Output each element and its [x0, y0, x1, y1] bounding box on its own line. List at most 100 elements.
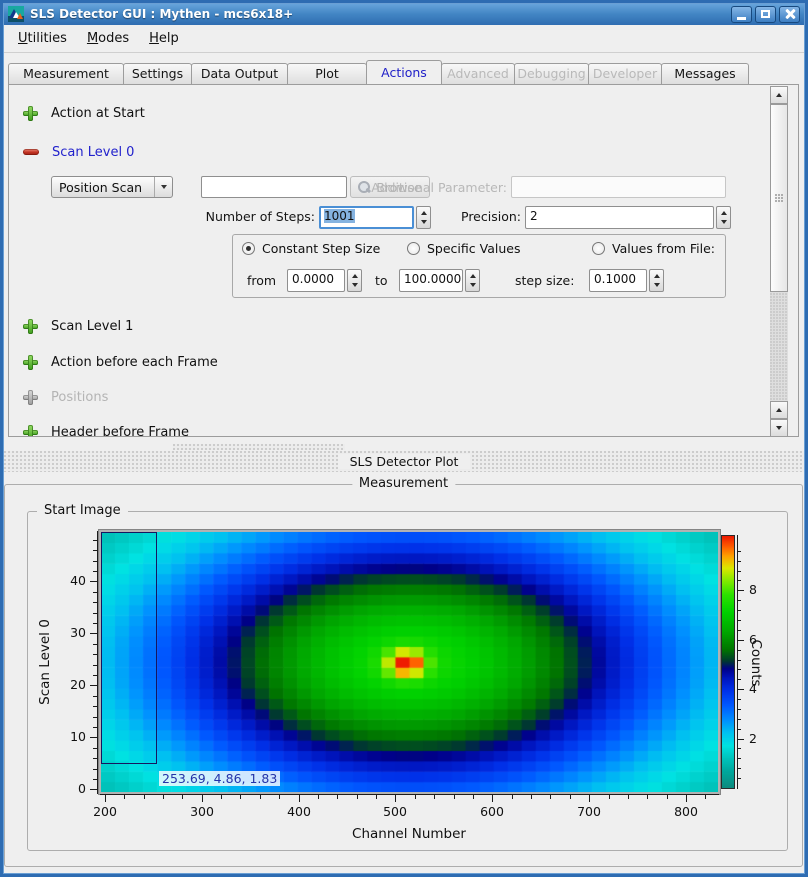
tab-settings[interactable]: Settings	[123, 63, 192, 84]
x-minor-tick	[667, 795, 668, 799]
y-major-tick	[90, 581, 97, 582]
radio-icon	[592, 242, 605, 255]
x-major-tick	[395, 795, 396, 802]
precision-spinbox[interactable]: 2	[525, 206, 731, 229]
action-item-positions: Positions	[23, 388, 108, 406]
y-minor-tick	[93, 665, 97, 666]
x-tick-label: 300	[178, 804, 226, 819]
action-item-label: Scan Level 0	[52, 145, 134, 160]
x-minor-tick	[473, 795, 474, 799]
step-size-label: step size:	[515, 273, 574, 288]
colorbar-minor-tick	[738, 630, 741, 631]
vertical-scrollbar[interactable]	[770, 86, 788, 437]
spin-up-icon[interactable]	[470, 274, 476, 278]
step-size-value[interactable]: 0.1000	[589, 269, 647, 292]
splitter-handle[interactable]	[173, 444, 345, 450]
spin-down-icon[interactable]	[470, 283, 476, 287]
titlebar[interactable]: SLS Detector GUI : Mythen - mcs6x18+	[3, 3, 805, 25]
action-item-header-before-frame[interactable]: Header before Frame	[23, 423, 189, 437]
y-axis-line	[97, 531, 98, 794]
action-item-action-before-each-frame[interactable]: Action before each Frame	[23, 353, 218, 371]
scroll-up-button-2[interactable]	[770, 401, 788, 419]
spin-up-icon[interactable]	[654, 274, 660, 278]
y-tick-label: 20	[50, 677, 86, 692]
dock-title: SLS Detector Plot	[338, 454, 471, 469]
x-minor-tick	[144, 795, 145, 799]
plus-icon	[23, 355, 38, 370]
action-item-action-at-start[interactable]: Action at Start	[23, 104, 145, 122]
number-of-steps-label: Number of Steps:	[119, 209, 315, 224]
x-tick-label: 500	[371, 804, 419, 819]
spin-down-icon[interactable]	[654, 283, 660, 287]
y-minor-tick	[93, 550, 97, 551]
x-minor-tick	[609, 795, 610, 799]
y-minor-tick	[93, 592, 97, 593]
x-tick-label: 600	[468, 804, 516, 819]
tab-measurement[interactable]: Measurement	[8, 63, 124, 84]
scan-script-file-input[interactable]	[201, 176, 347, 198]
y-minor-tick	[93, 540, 97, 541]
colorbar-axis-line	[737, 535, 738, 789]
radio-specific-values[interactable]: Specific Values	[407, 241, 520, 256]
x-minor-tick	[705, 795, 706, 799]
colorbar-minor-tick	[738, 571, 741, 572]
from-spinbox[interactable]: 0.0000	[287, 269, 362, 292]
tab-data-output[interactable]: Data Output	[191, 63, 288, 84]
radio-icon	[407, 242, 420, 255]
tab-developer: Developer	[588, 63, 662, 84]
scrollbar-thumb[interactable]	[770, 104, 788, 292]
colorbar-title: Counts	[748, 588, 764, 738]
step-size-spinbox[interactable]: 0.1000	[589, 269, 664, 292]
x-minor-tick	[570, 795, 571, 799]
heatmap-canvas[interactable]	[99, 530, 720, 794]
action-item-scan-level-1[interactable]: Scan Level 1	[23, 317, 133, 335]
y-minor-tick	[93, 561, 97, 562]
precision-label: Precision:	[389, 209, 521, 224]
from-value[interactable]: 0.0000	[287, 269, 345, 292]
colorbar-minor-tick	[738, 551, 741, 552]
x-minor-tick	[260, 795, 261, 799]
scroll-up-button[interactable]	[770, 86, 788, 104]
to-value[interactable]: 100.0000	[399, 269, 463, 292]
close-button[interactable]	[779, 6, 800, 23]
radio-constant-step-size[interactable]: Constant Step Size	[242, 241, 380, 256]
spin-up-icon[interactable]	[721, 211, 727, 215]
tab-plot[interactable]: Plot	[287, 63, 367, 84]
menu-modes[interactable]: Modes	[78, 28, 138, 49]
menu-utilities[interactable]: Utilities	[9, 28, 76, 49]
maximize-button[interactable]	[755, 6, 776, 23]
menu-help[interactable]: Help	[140, 28, 188, 49]
spin-buttons[interactable]	[649, 269, 664, 292]
tab-actions[interactable]: Actions	[366, 60, 442, 84]
zoom-selection-rect	[101, 532, 157, 764]
combo-dropdown-zone	[154, 177, 172, 197]
spin-buttons[interactable]	[347, 269, 362, 292]
tab-messages[interactable]: Messages	[661, 63, 749, 84]
x-major-tick	[589, 795, 590, 802]
x-major-tick	[202, 795, 203, 802]
colorbar-minor-tick	[738, 729, 741, 730]
y-major-tick	[90, 789, 97, 790]
dock-titlebar[interactable]: SLS Detector Plot	[4, 451, 804, 472]
precision-value[interactable]: 2	[525, 206, 714, 229]
colorbar-minor-tick	[738, 600, 741, 601]
radio-label: Specific Values	[427, 241, 520, 256]
to-spinbox[interactable]: 100.0000	[399, 269, 480, 292]
scroll-down-button[interactable]	[770, 419, 788, 437]
y-minor-tick	[93, 623, 97, 624]
spin-down-icon[interactable]	[352, 283, 358, 287]
x-major-tick	[299, 795, 300, 802]
x-tick-label: 700	[565, 804, 613, 819]
arrow-up-icon	[776, 93, 782, 97]
action-item-scan-level-0[interactable]: Scan Level 0	[23, 143, 134, 161]
start-image-groupbox: Start Image 2003004005006007008000102030…	[27, 511, 788, 851]
spin-up-icon[interactable]	[352, 274, 358, 278]
scan-mode-select[interactable]: Position Scan	[51, 176, 173, 198]
y-minor-tick	[93, 675, 97, 676]
spin-buttons[interactable]	[465, 269, 480, 292]
minimize-button[interactable]	[731, 6, 752, 23]
radio-values-from-file[interactable]: Values from File:	[592, 241, 715, 256]
spin-down-icon[interactable]	[721, 220, 727, 224]
spin-buttons[interactable]	[716, 206, 731, 229]
to-label: to	[375, 273, 388, 288]
